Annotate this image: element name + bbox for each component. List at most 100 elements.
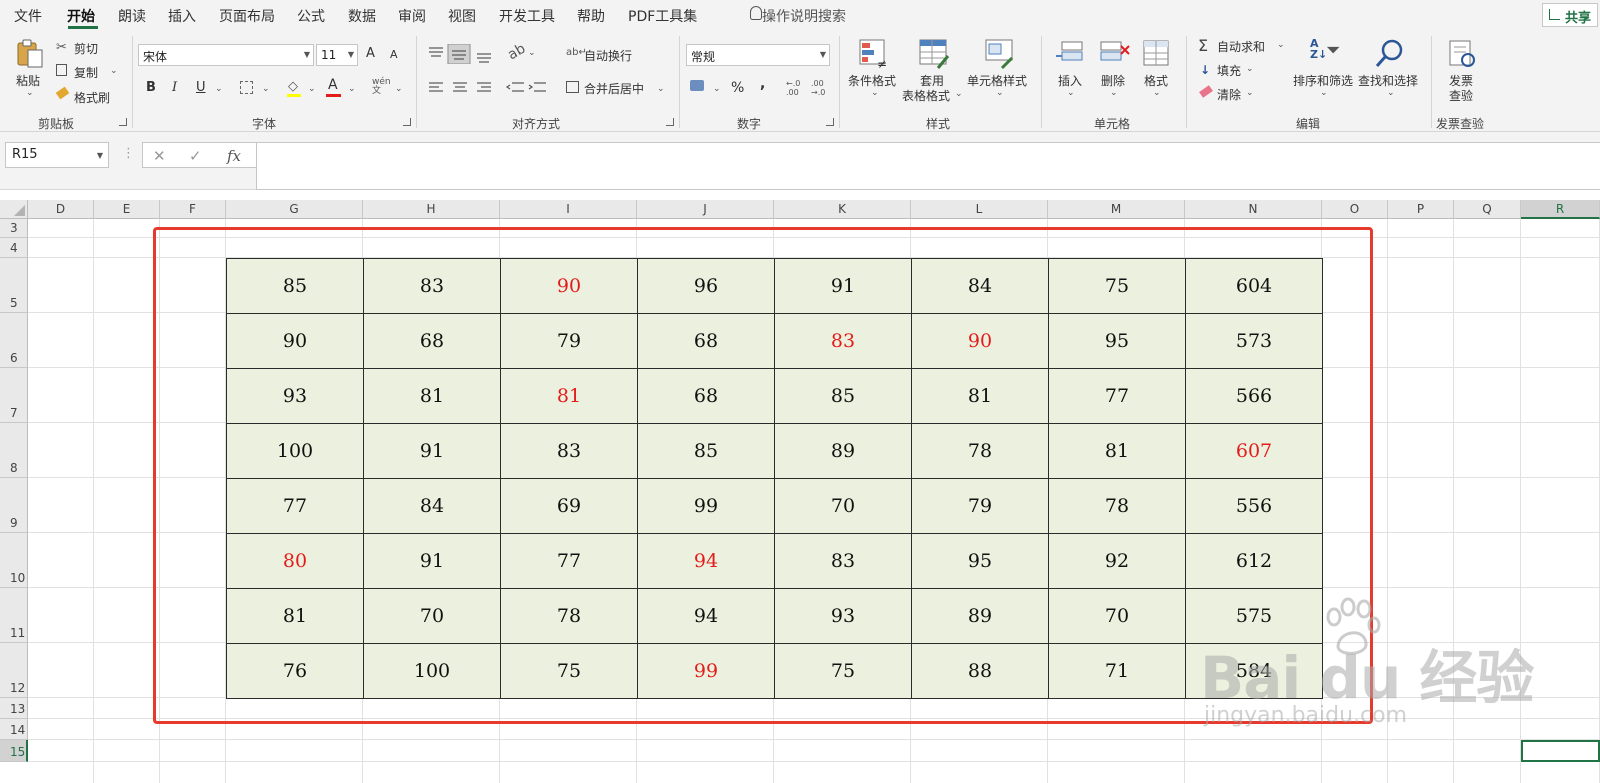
row-header-10[interactable]: 10 [0, 533, 28, 588]
phonetic-dropdown-icon[interactable]: ⌄ [395, 84, 403, 94]
column-header-R[interactable]: R [1521, 200, 1600, 219]
name-box[interactable]: R15 ▼ [5, 142, 109, 168]
fill-button[interactable]: 填充 [1217, 62, 1241, 79]
menu-home[interactable]: 开始 [67, 6, 95, 26]
column-header-I[interactable]: I [500, 200, 637, 219]
fill-color-dropdown-icon[interactable]: ⌄ [308, 84, 316, 94]
sort-filter-button[interactable]: 排序和筛选 [1293, 72, 1353, 89]
row-header-15[interactable]: 15 [0, 740, 28, 762]
invoice-check-line2[interactable]: 查验 [1449, 87, 1473, 104]
find-select-button[interactable]: 查找和选择 [1358, 72, 1418, 89]
row-header-7[interactable]: 7 [0, 368, 28, 423]
insert-function-icon[interactable]: fx [227, 147, 241, 165]
row-header-6[interactable]: 6 [0, 313, 28, 368]
border-icon[interactable] [240, 81, 253, 94]
menu-view[interactable]: 视图 [448, 6, 476, 26]
menu-page-layout[interactable]: 页面布局 [219, 6, 275, 26]
grow-font-button[interactable]: A [366, 46, 375, 61]
conditional-formatting-button[interactable]: 条件格式 [848, 72, 896, 89]
insert-dropdown-icon[interactable]: ⌄ [1067, 88, 1075, 98]
row-header-4[interactable]: 4 [0, 238, 28, 258]
format-as-table-line2[interactable]: 表格格式 [902, 87, 950, 104]
column-header-N[interactable]: N [1185, 200, 1322, 219]
decrease-decimal-button[interactable]: .00 →.0 [811, 79, 825, 97]
number-format-select[interactable]: 常规 ▼ [686, 44, 830, 66]
delete-cells-button[interactable]: 删除 [1101, 72, 1125, 89]
format-as-table-icon[interactable] [918, 38, 950, 70]
wrap-text-button[interactable]: 自动换行 [584, 47, 632, 64]
worksheet[interactable]: DEFGHIJKLMNOPQR 3 4 5 6 7 8 9 10 11 12 13 14 15 85 83… [0, 200, 1600, 783]
shrink-font-button[interactable]: A [390, 48, 398, 61]
column-header-P[interactable]: P [1388, 200, 1454, 219]
cell-styles-dropdown-icon[interactable]: ⌄ [996, 88, 1004, 98]
enter-icon[interactable]: ✓ [189, 147, 202, 165]
insert-cells-icon[interactable] [1054, 38, 1086, 70]
format-dropdown-icon[interactable]: ⌄ [1153, 88, 1161, 98]
formula-input[interactable] [256, 142, 1600, 190]
format-cells-icon[interactable] [1141, 38, 1173, 70]
menu-help[interactable]: 帮助 [577, 6, 605, 26]
column-header-Q[interactable]: Q [1454, 200, 1521, 219]
fill-dropdown-icon[interactable]: ⌄ [1246, 64, 1254, 74]
percent-style-button[interactable]: % [731, 80, 744, 96]
clear-dropdown-icon[interactable]: ⌄ [1246, 88, 1254, 98]
font-name-select[interactable]: 宋体 ▼ [138, 44, 314, 66]
row-header-9[interactable]: 9 [0, 478, 28, 533]
bold-button[interactable]: B [146, 80, 156, 95]
column-header-M[interactable]: M [1048, 200, 1185, 219]
more-options-icon[interactable]: ⋮ [122, 146, 135, 161]
column-header-E[interactable]: E [94, 200, 160, 219]
row-header-11[interactable]: 11 [0, 588, 28, 643]
menu-formulas[interactable]: 公式 [297, 6, 325, 26]
row-header-12[interactable]: 12 [0, 643, 28, 698]
italic-button[interactable]: I [172, 80, 177, 95]
column-header-K[interactable]: K [774, 200, 911, 219]
accounting-format-icon[interactable] [690, 80, 704, 91]
menu-pdf-tools[interactable]: PDF工具集 [628, 6, 697, 26]
cancel-icon[interactable]: ✕ [153, 147, 166, 165]
autosum-dropdown-icon[interactable]: ⌄ [1277, 40, 1285, 50]
menu-read-aloud[interactable]: 朗读 [118, 6, 146, 26]
font-dialog-launcher[interactable] [403, 118, 411, 126]
column-header-F[interactable]: F [160, 200, 226, 219]
font-color-button[interactable]: A [328, 77, 338, 93]
paste-dropdown-icon[interactable]: ⌄ [26, 88, 34, 98]
fill-color-icon[interactable]: ◇ [288, 79, 298, 94]
delete-dropdown-icon[interactable]: ⌄ [1110, 88, 1118, 98]
delete-cells-icon[interactable] [1099, 38, 1131, 70]
sort-filter-icon[interactable]: A Z↓ [1310, 38, 1327, 60]
cell-styles-icon[interactable] [984, 38, 1016, 70]
border-dropdown-icon[interactable]: ⌄ [262, 84, 270, 94]
insert-cells-button[interactable]: 插入 [1058, 72, 1082, 89]
format-cells-button[interactable]: 格式 [1144, 72, 1168, 89]
horizontal-align-icons[interactable] [426, 80, 546, 96]
select-all-button[interactable] [0, 200, 28, 219]
column-header-G[interactable]: G [226, 200, 363, 219]
orientation-icon[interactable]: ab [505, 41, 528, 64]
paste-button[interactable]: 粘贴 [16, 72, 40, 89]
increase-decimal-button[interactable]: ←.0 .00 [786, 79, 800, 97]
number-dialog-launcher[interactable] [826, 118, 834, 126]
row-header-14[interactable]: 14 [0, 719, 28, 740]
share-button[interactable]: 共享 [1542, 3, 1598, 27]
autosum-button[interactable]: 自动求和 [1217, 38, 1265, 55]
merge-center-button[interactable]: 合并后居中 [584, 80, 644, 97]
menu-file[interactable]: 文件 [14, 6, 42, 26]
sort-dropdown-icon[interactable]: ⌄ [1320, 88, 1328, 98]
format-painter-button[interactable]: 格式刷 [74, 89, 110, 106]
underline-button[interactable]: U [196, 80, 206, 95]
orientation-dropdown-icon[interactable]: ⌄ [528, 48, 536, 58]
row-header-8[interactable]: 8 [0, 423, 28, 478]
accounting-dropdown-icon[interactable]: ⌄ [713, 84, 721, 94]
conditional-dropdown-icon[interactable]: ⌄ [871, 88, 879, 98]
clipboard-dialog-launcher[interactable] [119, 118, 127, 126]
font-color-dropdown-icon[interactable]: ⌄ [348, 84, 356, 94]
column-header-D[interactable]: D [28, 200, 94, 219]
active-cell-R15[interactable] [1521, 740, 1600, 762]
column-header-J[interactable]: J [637, 200, 774, 219]
tell-me-search[interactable]: 操作说明搜索 [762, 6, 846, 26]
conditional-formatting-icon[interactable]: ≠ [858, 38, 890, 70]
row-header-3[interactable]: 3 [0, 219, 28, 238]
column-header-O[interactable]: O [1322, 200, 1388, 219]
search-icon[interactable] [1374, 38, 1406, 70]
